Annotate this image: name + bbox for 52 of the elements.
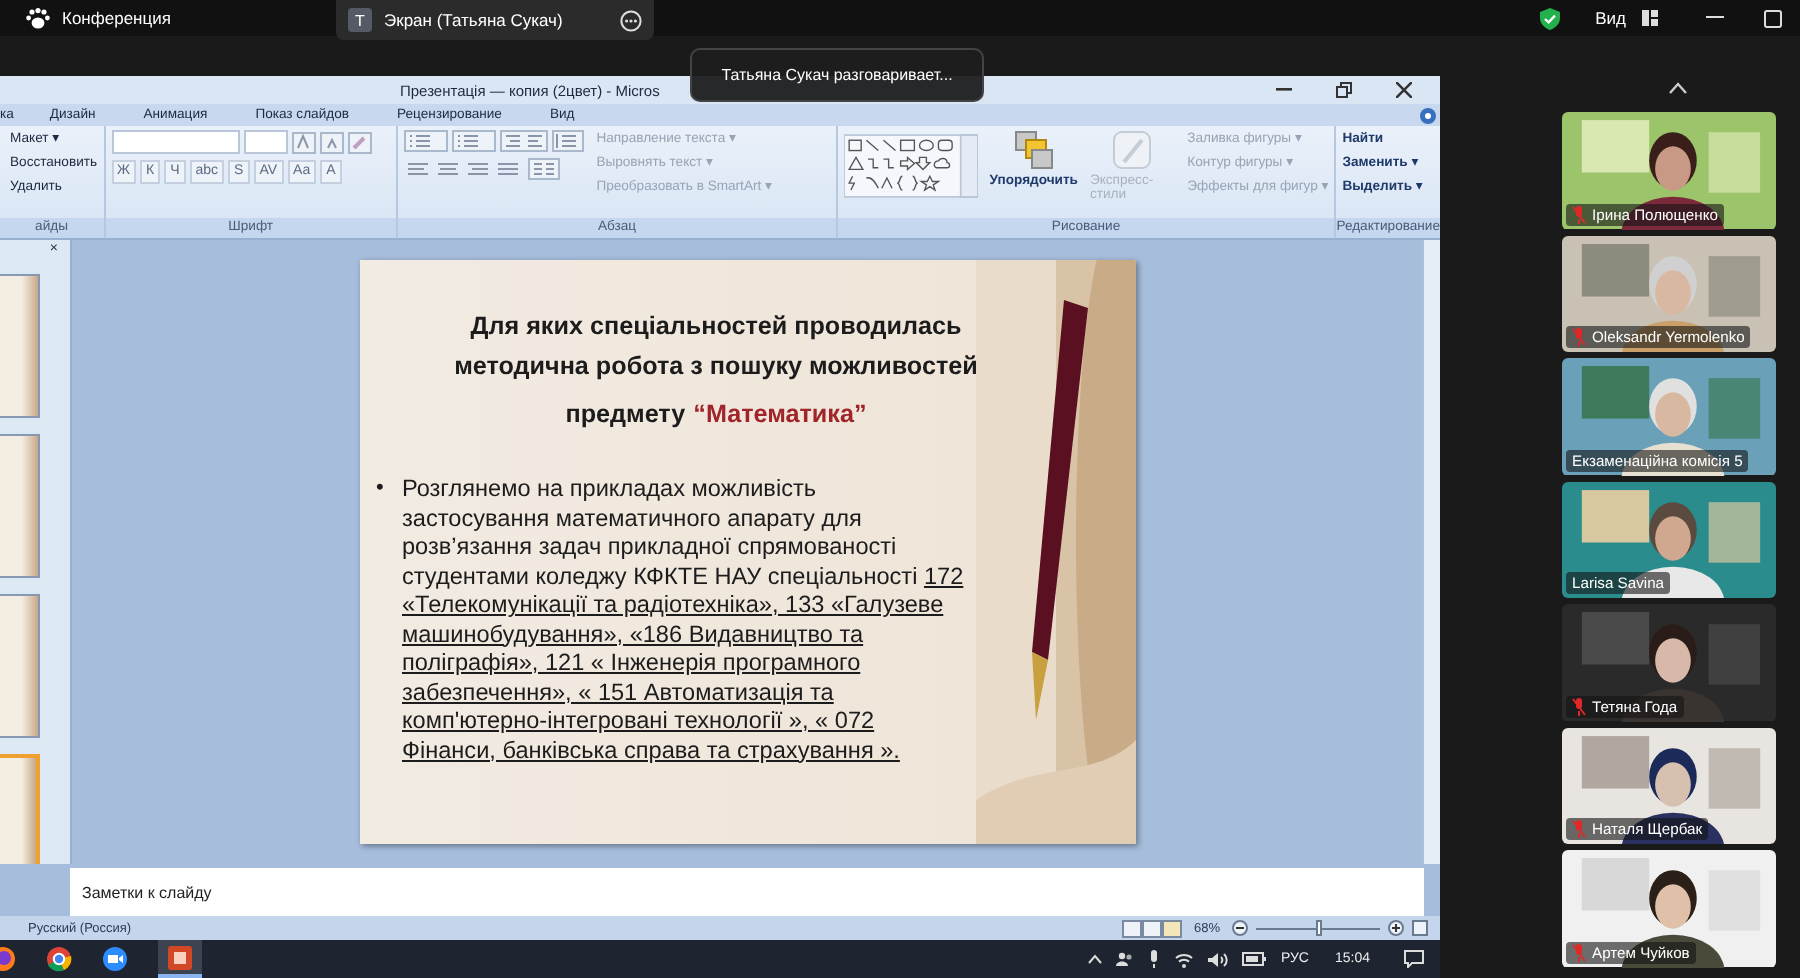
line-spacing-icon[interactable] xyxy=(552,130,585,152)
video-camera-icon[interactable] xyxy=(102,946,128,972)
microphone-icon[interactable] xyxy=(1148,950,1161,968)
notes-field[interactable]: Заметки к слайду xyxy=(0,864,1440,916)
arrange-icon xyxy=(1013,130,1054,170)
slide-paragraph: Розглянемо на прикладах можливість застосування математичного апарату для розв’язання задач прикладної спрямованості студентами коледжу КФКТЕ НАУ спеціальності 172 «Телекомунікації та радіотехніка», 133 «Галузеве машинобудування», «186 Видавництво та поліграфія», 121 « Інженерія програмного забезпечення», « 151 Автоматизація та комп'ютерно-інтегровані технології », « 072 Фінанси, банківська справа та страхування ». xyxy=(402,474,964,764)
share-indicator[interactable]: T Экран (Татьяна Сукач) xyxy=(336,0,654,40)
restore-icon[interactable] xyxy=(1336,82,1352,98)
slide-thumbnail[interactable] xyxy=(0,594,40,738)
font-size-field[interactable] xyxy=(243,130,288,154)
speaker-icon[interactable] xyxy=(1208,951,1229,967)
people-icon[interactable] xyxy=(1116,950,1135,968)
view-buttons-icon[interactable] xyxy=(1121,919,1182,937)
shapes-gallery-drawing[interactable] xyxy=(843,130,978,202)
fit-window-icon[interactable] xyxy=(1412,920,1428,936)
slide-thumbnail[interactable] xyxy=(0,274,40,418)
grid-icon[interactable] xyxy=(1642,10,1658,26)
shield-icon[interactable] xyxy=(1539,7,1560,29)
view-button[interactable]: Вид xyxy=(1595,8,1626,28)
share-label: Экран (Татьяна Сукач) xyxy=(384,10,565,30)
zoom-slider[interactable] xyxy=(1256,920,1380,936)
presentation-app-icon[interactable] xyxy=(158,940,202,978)
wifi-icon[interactable] xyxy=(1174,951,1195,967)
meeting-title: Конференция xyxy=(62,8,171,28)
slide-title: Для яких спеціальностей проводилась методична робота з пошуку можливостей предмету “Математика” xyxy=(452,310,980,432)
maximize-icon[interactable] xyxy=(1764,9,1782,27)
scrollbar[interactable] xyxy=(1422,240,1440,864)
paw-icon xyxy=(26,7,50,29)
help-icon[interactable] xyxy=(1420,107,1436,123)
brush-icon xyxy=(1112,130,1153,170)
notification-icon[interactable] xyxy=(1404,950,1424,968)
browser-icon[interactable] xyxy=(46,946,72,972)
columns-icon[interactable] xyxy=(528,158,561,180)
slide-thumbnail[interactable] xyxy=(0,434,40,578)
minimize-icon[interactable] xyxy=(1276,88,1292,92)
more-icon[interactable] xyxy=(620,9,642,31)
shrink-font-icon[interactable] xyxy=(319,131,344,153)
battery-icon[interactable] xyxy=(1242,952,1267,966)
grow-font-icon[interactable] xyxy=(291,131,316,153)
chevron-up-icon[interactable] xyxy=(1088,954,1103,964)
numbered-list-icon[interactable] xyxy=(452,130,497,152)
zoom-in-icon[interactable] xyxy=(1388,920,1404,936)
avatar: T xyxy=(348,8,372,32)
chevron-up-icon[interactable] xyxy=(1668,82,1688,94)
indent-icon[interactable] xyxy=(500,130,549,152)
zoom-out-icon[interactable] xyxy=(1232,920,1248,936)
font-name-field[interactable] xyxy=(111,130,240,154)
minimize-icon[interactable] xyxy=(1706,16,1724,20)
bullet-list-icon[interactable] xyxy=(404,130,449,152)
speaker-tooltip: Татьяна Сукач разговаривает... xyxy=(690,48,984,102)
bullet: • xyxy=(376,474,386,504)
close-icon[interactable] xyxy=(1396,82,1412,98)
